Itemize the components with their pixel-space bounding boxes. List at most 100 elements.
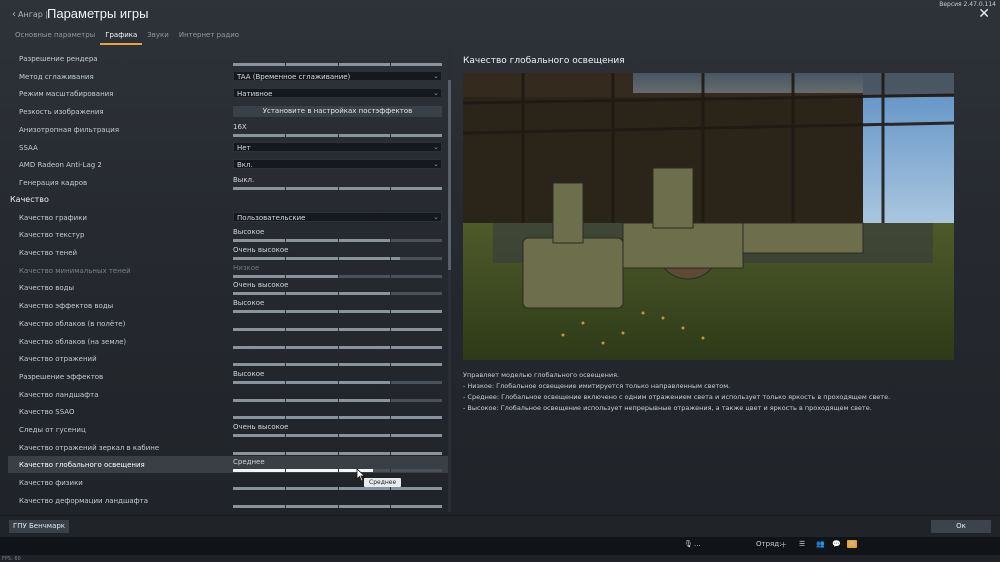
back-label: Ангар bbox=[18, 10, 43, 19]
setting-slider[interactable] bbox=[233, 398, 442, 402]
setting-slider[interactable] bbox=[233, 363, 442, 367]
slider-tick bbox=[285, 274, 287, 278]
setting-slider[interactable] bbox=[233, 274, 442, 278]
top-bar: ‹ Ангар | Параметры игры Версия 2.47.0.11… bbox=[0, 0, 1000, 30]
scrollbar-thumb[interactable] bbox=[448, 80, 451, 270]
setting-row[interactable]: Качество теней Очень высокое bbox=[8, 244, 450, 261]
tab-3[interactable]: Интернет радио bbox=[174, 31, 244, 43]
setting-row[interactable]: Режим масштабирования Нативное ⌄ bbox=[8, 85, 450, 102]
setting-row[interactable]: Качество облаков (на земле) bbox=[8, 333, 450, 350]
setting-label: Качество глобального освещения bbox=[19, 461, 145, 470]
setting-dropdown[interactable]: Вкл. ⌄ bbox=[233, 159, 442, 170]
setting-slider[interactable] bbox=[233, 239, 442, 243]
setting-row[interactable]: Качество облаков (в полёте) bbox=[8, 315, 450, 332]
setting-slider[interactable] bbox=[233, 257, 442, 260]
tab-1[interactable]: Графика bbox=[100, 31, 143, 45]
setting-dropdown[interactable]: Нативное ⌄ bbox=[233, 88, 442, 99]
setting-row[interactable]: Генерация кадров Выкл. bbox=[8, 174, 450, 191]
setting-slider[interactable] bbox=[233, 186, 442, 190]
setting-row[interactable]: Качество отражений bbox=[8, 350, 450, 367]
tab-2[interactable]: Звуки bbox=[142, 31, 174, 43]
mail-icon[interactable]: ✉ bbox=[847, 540, 857, 548]
slider-fill bbox=[233, 398, 390, 402]
setting-slider[interactable] bbox=[233, 434, 442, 437]
slider-tick bbox=[389, 239, 391, 243]
microphone-icon[interactable]: 🎙 bbox=[684, 540, 693, 548]
setting-row[interactable]: Качество минимальных теней Низкое bbox=[8, 262, 450, 279]
setting-row[interactable]: Качество деформации ландшафта bbox=[8, 492, 450, 509]
slider-tick bbox=[337, 186, 339, 190]
back-button[interactable]: ‹ Ангар | bbox=[12, 9, 48, 20]
slider-tick bbox=[337, 292, 339, 296]
setting-row[interactable]: Качество ландшафта bbox=[8, 386, 450, 403]
setting-slider[interactable] bbox=[233, 63, 442, 66]
setting-slider[interactable] bbox=[233, 327, 442, 331]
setting-slider[interactable] bbox=[233, 380, 442, 384]
fps-counter: FPS: 60 bbox=[2, 556, 21, 562]
chevron-down-icon: ⌄ bbox=[433, 71, 439, 80]
setting-row[interactable]: Следы от гусениц Очень высокое bbox=[8, 421, 450, 438]
list-icon[interactable]: ☰ bbox=[799, 540, 805, 548]
plus-icon[interactable]: ＋ bbox=[780, 540, 787, 550]
slider-value bbox=[233, 405, 442, 414]
setting-row[interactable]: Качество графики Пользовательские ⌄ bbox=[8, 209, 450, 226]
setting-row[interactable]: Качество SSAO bbox=[8, 403, 450, 420]
slider-tick bbox=[389, 63, 391, 66]
setting-slider[interactable] bbox=[233, 416, 442, 420]
slider-tick bbox=[285, 398, 287, 402]
setting-row[interactable]: SSAA Нет ⌄ bbox=[8, 139, 450, 156]
setting-dropdown[interactable]: Пользовательские ⌄ bbox=[233, 211, 442, 222]
settings-scrollbar[interactable] bbox=[448, 50, 451, 512]
setting-slider[interactable] bbox=[233, 469, 442, 473]
setting-slider[interactable] bbox=[233, 504, 442, 508]
setting-dropdown[interactable]: Нет ⌄ bbox=[233, 141, 442, 152]
setting-slider[interactable] bbox=[233, 310, 442, 314]
setting-row[interactable]: Разрешение рендера bbox=[8, 50, 450, 67]
chat-icon[interactable]: 💬 bbox=[832, 540, 841, 548]
slider-tick bbox=[285, 504, 287, 508]
setting-slider[interactable] bbox=[233, 345, 442, 349]
setting-row[interactable]: Качество воды Очень высокое bbox=[8, 279, 450, 296]
description-line: Управляет моделью глобального освещения. bbox=[463, 371, 620, 379]
setting-slider[interactable] bbox=[233, 487, 442, 491]
setting-dropdown[interactable]: TAA (Временное сглаживание) ⌄ bbox=[233, 70, 442, 81]
slider-value bbox=[233, 441, 442, 450]
description-line: - Высокое: Глобальное освещение использу… bbox=[463, 404, 872, 412]
setting-row[interactable]: Качество текстур Высокое bbox=[8, 226, 450, 243]
users-icon[interactable]: 👥 bbox=[816, 540, 825, 548]
slider-tick bbox=[389, 398, 391, 402]
setting-slider[interactable] bbox=[233, 451, 442, 455]
tab-bar: Основные параметры Графика Звуки Интернет р… bbox=[10, 31, 244, 45]
setting-row[interactable]: Резкость изображения Установите в настрой… bbox=[8, 103, 450, 120]
setting-label: Качество облаков (в полёте) bbox=[19, 319, 126, 328]
slider-tick bbox=[389, 186, 391, 190]
setting-row[interactable]: Качество эффектов воды Высокое bbox=[8, 297, 450, 314]
setting-slider[interactable] bbox=[233, 292, 442, 296]
setting-row[interactable]: Анизотропная фильтрация 16X bbox=[8, 121, 450, 138]
slider-tick bbox=[337, 416, 339, 420]
setting-label: Качество отражений зеркал в кабине bbox=[19, 443, 160, 452]
dropdown-value: Пользовательские bbox=[237, 213, 306, 222]
slider-tick bbox=[285, 469, 287, 473]
setting-label: Резкость изображения bbox=[19, 108, 104, 117]
setting-row[interactable]: Качество отражений зеркал в кабине bbox=[8, 439, 450, 456]
setting-row[interactable]: Метод сглаживания TAA (Временное сглажива… bbox=[8, 68, 450, 85]
tab-0[interactable]: Основные параметры bbox=[10, 31, 100, 43]
slider-tick bbox=[337, 133, 339, 137]
slider-tick bbox=[337, 451, 339, 455]
setting-row[interactable]: AMD Radeon Anti-Lag 2 Вкл. ⌄ bbox=[8, 156, 450, 173]
gpu-benchmark-button[interactable]: ГПУ Бенчмарк bbox=[9, 520, 69, 533]
chevron-down-icon: ⌄ bbox=[433, 160, 439, 169]
slider-tick bbox=[337, 434, 339, 437]
setting-label: Качество теней bbox=[19, 249, 78, 257]
close-icon[interactable]: ✕ bbox=[978, 7, 990, 21]
ok-button[interactable]: Ок bbox=[931, 520, 991, 533]
slider-value: 16X bbox=[233, 122, 247, 131]
setting-label: Анизотропная фильтрация bbox=[19, 125, 120, 134]
postfx-settings-button[interactable]: Установите в настройках постэффектов bbox=[233, 106, 442, 118]
slider-value: Среднее bbox=[233, 458, 265, 467]
slider-tick bbox=[337, 310, 339, 314]
setting-slider[interactable] bbox=[233, 133, 442, 137]
setting-row[interactable]: Разрешение эффектов Высокое bbox=[8, 368, 450, 385]
setting-row[interactable]: Качество глобального освещения Среднее bbox=[8, 456, 450, 474]
